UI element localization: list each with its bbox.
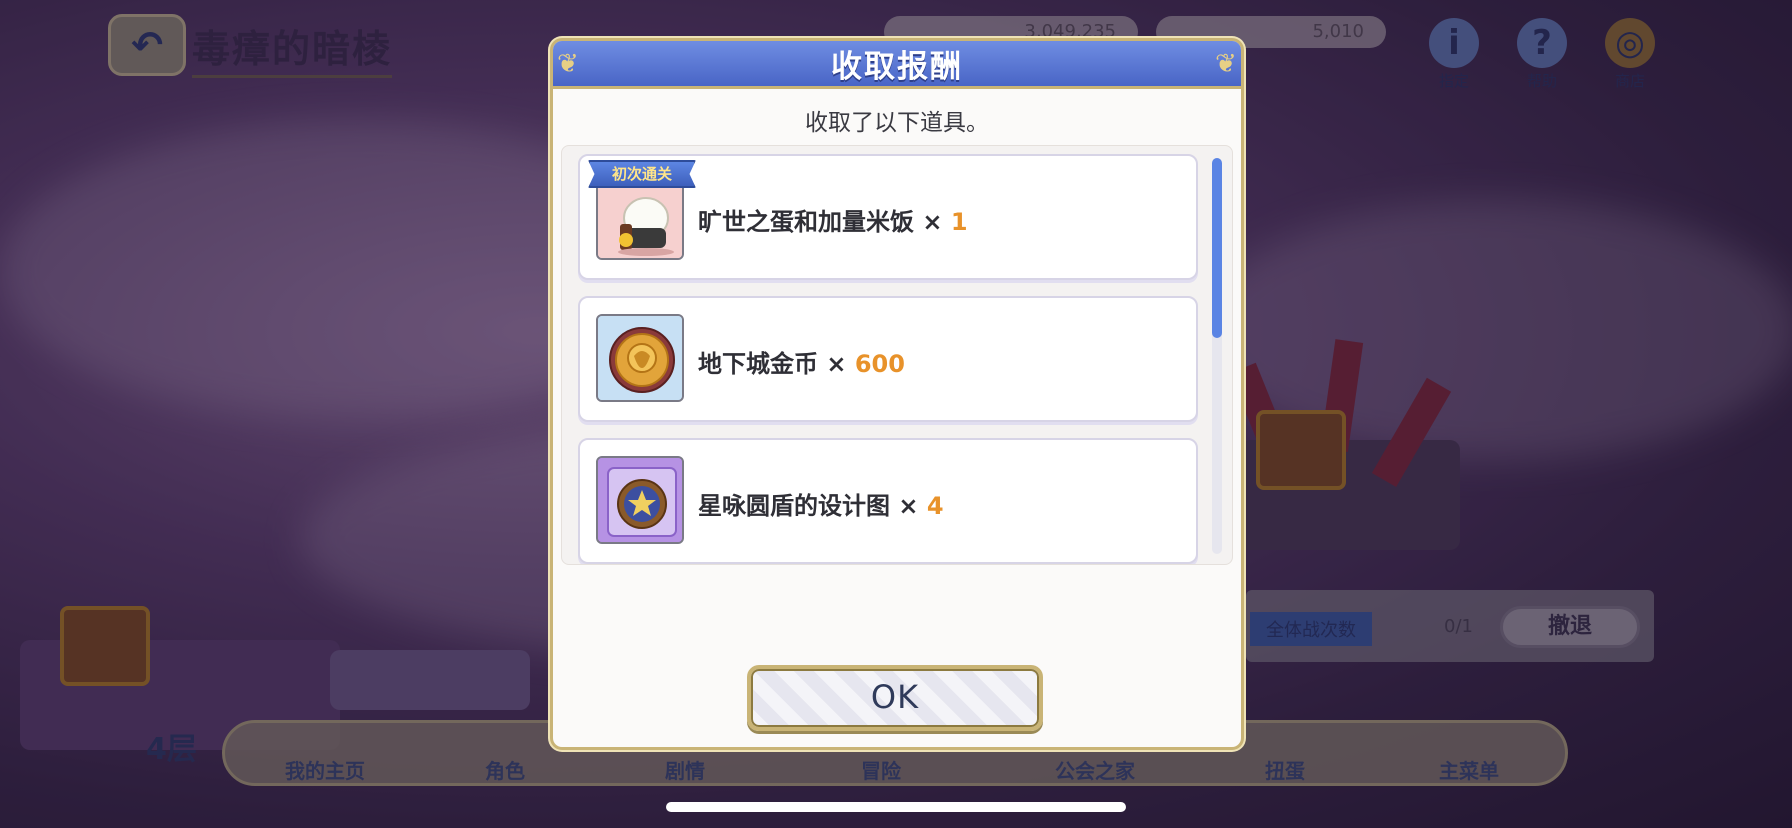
reward-item: 地下城金币 × 600 (578, 296, 1198, 422)
ornament-icon: ❦ (1215, 49, 1237, 79)
dialog-subtitle: 收取了以下道具。 (805, 110, 989, 136)
reward-list-scrollbar[interactable] (1212, 158, 1222, 554)
reward-item: 星咏圆盾的设计图 × 4 (578, 438, 1198, 564)
multiply-sign: × (922, 208, 943, 236)
reward-item-name: 旷世之蛋和加量米饭 (698, 208, 914, 236)
ok-button[interactable]: OK (747, 665, 1043, 731)
reward-item-text: 地下城金币 × 600 (698, 344, 905, 379)
reward-item-text: 星咏圆盾的设计图 × 4 (698, 486, 944, 521)
dialog-title: 收取报酬 (831, 49, 963, 85)
ornament-icon: ❦ (557, 49, 579, 79)
shield-blueprint-icon (596, 456, 684, 544)
reward-item: 初次通关 旷世之蛋和加量米饭 × 1 (578, 154, 1198, 280)
multiply-sign: × (826, 350, 847, 378)
multiply-sign: × (898, 492, 919, 520)
reward-item-name: 星咏圆盾的设计图 (698, 492, 890, 520)
reward-list[interactable]: 初次通关 旷世之蛋和加量米饭 × 1 地下城金币 × 600 星咏圆盾的设计图 … (561, 145, 1233, 565)
reward-item-quantity: 1 (950, 208, 968, 236)
scrollbar-thumb[interactable] (1212, 158, 1222, 338)
reward-item-text: 旷世之蛋和加量米饭 × 1 (698, 202, 968, 237)
reward-dialog: ❦ 收取报酬 ❦ 收取了以下道具。 初次通关 旷世之蛋和加量米饭 × 1 地下城… (550, 38, 1244, 750)
first-clear-badge: 初次通关 (588, 160, 696, 188)
reward-item-name: 地下城金币 (698, 350, 818, 378)
reward-item-quantity: 4 (926, 492, 944, 520)
dungeon-coin-icon (596, 314, 684, 402)
reward-item-quantity: 600 (854, 350, 905, 378)
dialog-header: ❦ 收取报酬 ❦ (553, 41, 1241, 89)
home-indicator[interactable] (666, 802, 1126, 812)
